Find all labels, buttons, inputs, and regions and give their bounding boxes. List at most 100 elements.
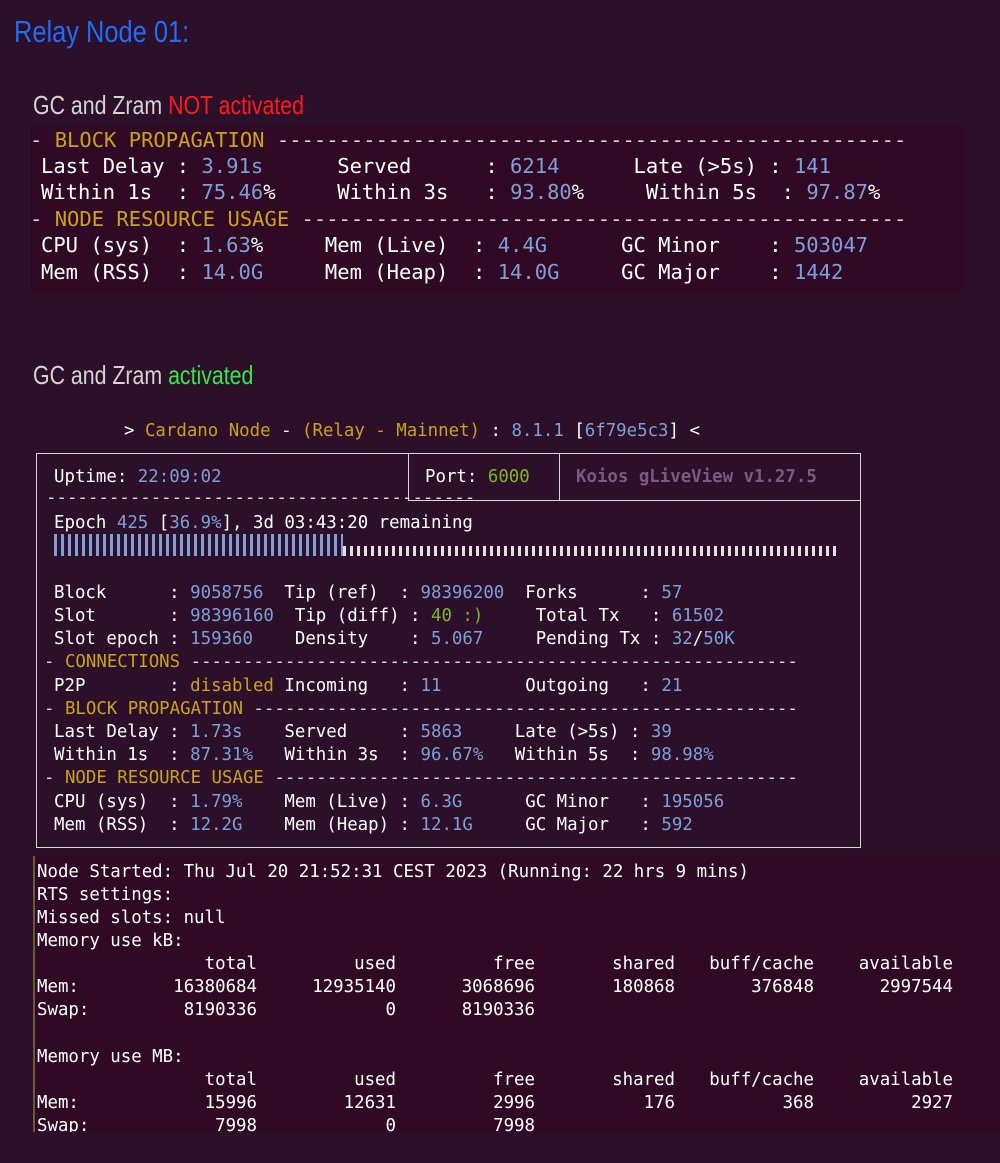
node-started-line: Node Started: Thu Jul 20 21:52:31 CEST 2…	[37, 862, 749, 882]
within5-value: 97.87	[806, 180, 869, 204]
block-propagation-divider: - BLOCK PROPAGATION --------------------…	[44, 699, 798, 719]
within3-label: Within 3s	[337, 180, 449, 204]
kb-column-header: available	[858, 954, 953, 974]
section-heading-not-activated: GC and Zram NOT activated	[33, 90, 304, 121]
gc-major-value: 592	[661, 815, 693, 835]
slot-value: 98396160	[190, 606, 274, 626]
missed-slots-line: Missed slots: null	[37, 908, 226, 928]
uptime-row: Uptime: 22:09:02	[54, 467, 222, 487]
total-tx-label: Total Tx	[535, 606, 620, 626]
mb-cell: 12631	[343, 1093, 396, 1113]
kb-row-name: Mem:	[37, 977, 79, 997]
last-delay-label: Last Delay	[41, 154, 165, 178]
block-value: 9058756	[190, 583, 264, 603]
resource-row-2: Mem (RSS) : 12.2G Mem (Heap) : 12.1G GC …	[54, 815, 693, 835]
section-heading-activated: GC and Zram activated	[33, 360, 253, 391]
gc-minor-label: GC Minor	[525, 792, 609, 812]
mem-kb-label: Memory use kB:	[37, 931, 184, 951]
kb-column-header: shared	[612, 954, 675, 974]
within5-label: Within 5s	[514, 745, 609, 765]
rts-settings-line: RTS settings:	[37, 885, 174, 905]
served-value: 5863	[420, 722, 463, 742]
mem-rss-label: Mem (RSS)	[54, 815, 149, 835]
late-value: 39	[650, 722, 672, 742]
tip-ref-value: 98396200	[420, 583, 505, 603]
remaining-label: remaining	[378, 513, 473, 533]
kb-row-name: Swap:	[37, 1000, 90, 1020]
chain-row-3: Slot epoch : 159360 Density : 5.067 Pend…	[54, 629, 735, 649]
within1-value: 87.31%	[190, 745, 253, 765]
within5-value: 98.98%	[650, 745, 714, 765]
mb-row-name: Swap:	[37, 1116, 90, 1132]
mem-heap-label: Mem (Heap)	[284, 815, 390, 835]
kb-cell: 2997544	[879, 977, 953, 997]
prompt-glyph: >	[124, 421, 145, 441]
terminal-not-activated: - BLOCK PROPAGATION --------------------…	[30, 126, 964, 292]
mb-column-header: available	[858, 1070, 953, 1090]
mem-live-value: 6.3G	[420, 792, 463, 812]
mem-heap-label: Mem (Heap)	[324, 260, 449, 284]
outgoing-value: 21	[661, 676, 683, 696]
slot-epoch-label: Slot epoch	[54, 629, 159, 649]
port-label: Port:	[425, 467, 478, 487]
mem-heap-value: 14.0G	[497, 260, 560, 284]
uptime-label: Uptime:	[54, 467, 128, 487]
within5-label: Within 5s	[645, 180, 757, 204]
pending-tx-label: Pending Tx	[535, 629, 641, 649]
served-label: Served	[284, 722, 348, 742]
suffix-glyph: <	[679, 421, 700, 441]
heading-prefix: GC and Zram	[33, 360, 169, 390]
kb-cell: 8190336	[183, 1000, 257, 1020]
mb-column-header: used	[354, 1070, 396, 1090]
density-value: 5.067	[430, 629, 484, 649]
within3-value: 93.80	[510, 180, 572, 204]
mem-heap-value: 12.1G	[420, 815, 473, 835]
last-delay-value: 1.73s	[190, 722, 243, 742]
epoch-value: 425	[116, 513, 149, 533]
p2p-label: P2P	[54, 676, 86, 696]
mem-rss-label: Mem (RSS)	[41, 260, 153, 284]
propagation-row-2: Within 1s : 87.31% Within 3s : 96.67% Wi…	[54, 745, 714, 765]
mb-column-header: total	[204, 1070, 257, 1090]
p2p-value: disabled	[190, 676, 274, 696]
last-delay-value: 3.91s	[201, 154, 264, 178]
tip-ref-label: Tip (ref)	[284, 583, 379, 603]
epoch-remaining: 3d 03:43:20	[253, 513, 369, 533]
connections-label: CONNECTIONS	[64, 652, 181, 672]
kb-column-header: used	[354, 954, 396, 974]
terminal-memory-output: Node Started: Thu Jul 20 21:52:31 CEST 2…	[33, 856, 1000, 1132]
late-label: Late (>5s)	[514, 722, 620, 742]
served-value: 6214	[510, 154, 560, 178]
port-row: Port: 6000	[425, 467, 530, 487]
kb-column-header: free	[493, 954, 535, 974]
mb-cell: 15996	[204, 1093, 257, 1113]
connections-divider: - CONNECTIONS --------------------------…	[44, 652, 798, 672]
chain-row-1: Block : 9058756 Tip (ref) : 98396200 For…	[54, 583, 683, 603]
kb-cell: 376848	[751, 977, 814, 997]
mb-cell: 0	[385, 1116, 396, 1132]
outgoing-label: Outgoing	[525, 676, 609, 696]
cpu-label: CPU (sys)	[54, 792, 149, 812]
progress-empty	[343, 546, 838, 556]
gc-major-label: GC Major	[525, 815, 609, 835]
tip-diff-label: Tip (diff)	[294, 606, 400, 626]
node-resource-divider: - NODE RESOURCE USAGE ------------------…	[44, 768, 798, 788]
kb-cell: 12935140	[312, 977, 396, 997]
within1-label: Within 1s	[41, 180, 153, 204]
epoch-label: Epoch	[54, 513, 107, 533]
mb-column-header: free	[493, 1070, 535, 1090]
block-label: Block	[54, 583, 107, 603]
kb-cell: 16380684	[173, 977, 257, 997]
mem-rss-value: 14.0G	[201, 260, 264, 284]
mem-rss-value: 12.2G	[190, 815, 243, 835]
mb-row-name: Mem:	[37, 1093, 79, 1113]
stats-row-4: Mem (RSS) : 14.0G Mem (Heap) : 14.0G GC …	[41, 260, 844, 284]
mem-mb-label: Memory use MB:	[37, 1047, 184, 1067]
mb-cell: 368	[782, 1093, 814, 1113]
mb-cell: 7998	[215, 1116, 257, 1132]
slot-epoch-value: 159360	[190, 629, 253, 649]
glive-header: > Cardano Node - (Relay - Mainnet) : 8.1…	[124, 421, 700, 441]
mb-cell: 7998	[493, 1116, 535, 1132]
commit-hash: 6f79e5c3	[584, 421, 669, 441]
port-value: 6000	[487, 467, 530, 487]
